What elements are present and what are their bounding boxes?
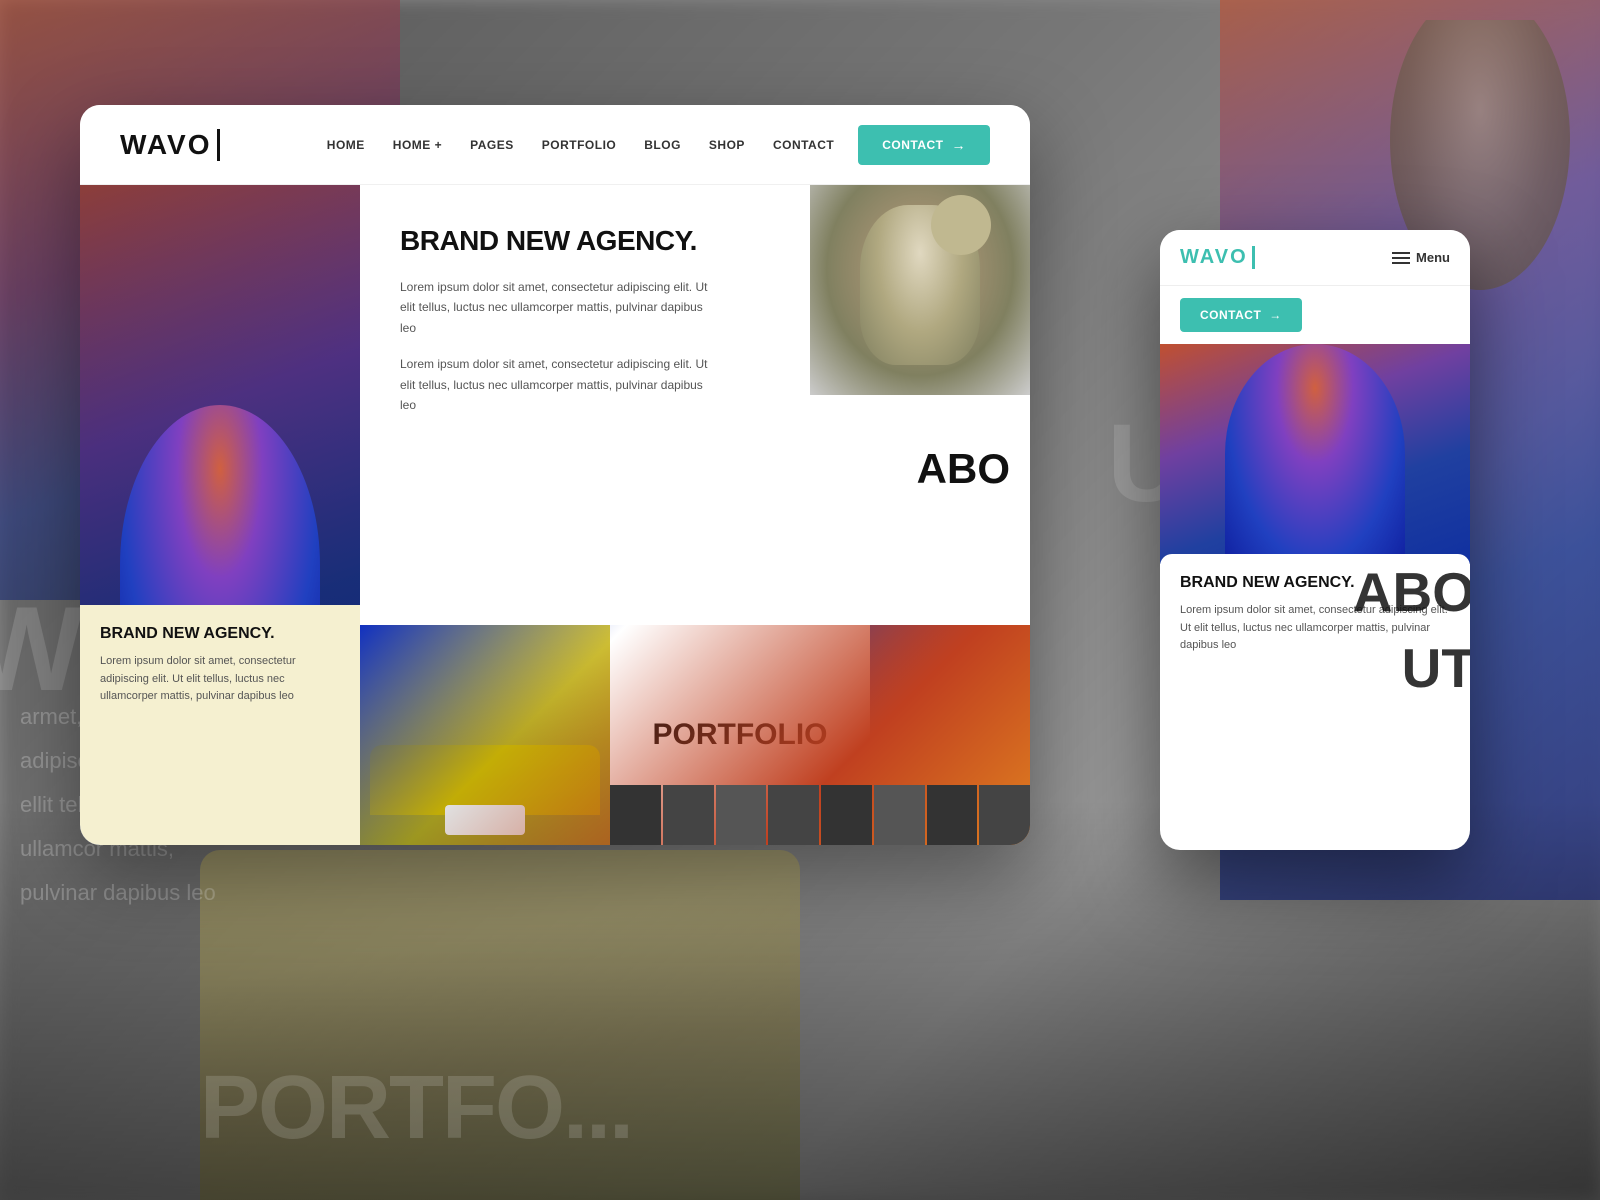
- hero-title: BRAND NEW AGENCY.: [400, 225, 720, 257]
- bottom-left-text: BRAND NEW AGENCY. Lorem ipsum dolor sit …: [80, 605, 360, 716]
- nav-contact-button[interactable]: CONTACT →: [858, 125, 990, 165]
- tiles-strip: [610, 785, 1030, 845]
- desktop-nav: WAVO HOME HOME + PAGES PORTFOLIO BLOG SH…: [80, 105, 1030, 185]
- hamburger-line-2: [1392, 257, 1410, 259]
- mobile-about-partial-2: UT: [1402, 636, 1470, 700]
- mobile-contact-label: CONTACT: [1200, 308, 1261, 322]
- hero-text-section: BRAND NEW AGENCY. Lorem ipsum dolor sit …: [360, 185, 760, 461]
- hamburger-line-1: [1392, 252, 1410, 254]
- desktop-logo: WAVO: [120, 129, 220, 161]
- tile-7: [927, 785, 978, 845]
- mobile-figure: [1225, 344, 1405, 564]
- tile-1: [610, 785, 661, 845]
- nav-pages[interactable]: PAGES: [470, 138, 514, 152]
- tile-5: [821, 785, 872, 845]
- contact-arrow-icon: →: [952, 137, 967, 153]
- mobile-menu-button[interactable]: Menu: [1392, 250, 1450, 265]
- nav-portfolio[interactable]: PORTFOLIO: [542, 138, 617, 152]
- tile-3: [716, 785, 767, 845]
- hamburger-line-3: [1392, 262, 1410, 264]
- mobile-about-partial: ABO: [1353, 560, 1470, 624]
- mobile-contact-button[interactable]: CONTACT →: [1180, 298, 1302, 332]
- bg-text-portfolio: PORTFO...: [200, 1057, 632, 1160]
- mobile-contact-arrow: →: [1269, 308, 1282, 322]
- about-partial-text: ABO: [897, 425, 1030, 513]
- mobile-logo: WAVO: [1180, 246, 1255, 269]
- bottom-left-desc: Lorem ipsum dolor sit amet, consectetur …: [100, 653, 340, 706]
- desktop-mockup: WAVO HOME HOME + PAGES PORTFOLIO BLOG SH…: [80, 105, 1030, 845]
- hero-image-column: work-x6 BRAND NEW AGENCY. Lorem ipsum do…: [80, 185, 360, 845]
- nav-links: HOME HOME + PAGES PORTFOLIO BLOG SHOP CO…: [327, 138, 834, 152]
- tile-2: [663, 785, 714, 845]
- mobile-hero-image: [1160, 344, 1470, 564]
- ram-head: [931, 195, 991, 255]
- ram-image: [810, 185, 1030, 395]
- bottom-left-panel: BRAND NEW AGENCY. Lorem ipsum dolor sit …: [80, 605, 360, 845]
- tile-6: [874, 785, 925, 845]
- menu-label: Menu: [1416, 250, 1450, 265]
- mobile-contact-row: CONTACT →: [1160, 286, 1470, 344]
- nav-home[interactable]: HOME: [327, 138, 365, 152]
- desktop-content: work-x6 BRAND NEW AGENCY. Lorem ipsum do…: [80, 185, 1030, 845]
- contact-button-label: CONTACT: [882, 138, 943, 152]
- bottom-left-title: BRAND NEW AGENCY.: [100, 625, 340, 643]
- nav-contact[interactable]: CONTACT: [773, 138, 834, 152]
- tile-8: [979, 785, 1030, 845]
- nav-shop[interactable]: SHOP: [709, 138, 745, 152]
- nav-blog[interactable]: BLOG: [644, 138, 681, 152]
- hero-desc-1: Lorem ipsum dolor sit amet, consectetur …: [400, 277, 720, 338]
- mobile-mockup: WAVO Menu CONTACT → BRAND NEW AGENCY. Lo…: [1160, 230, 1470, 850]
- nav-home-plus[interactable]: HOME +: [393, 138, 442, 152]
- tile-4: [768, 785, 819, 845]
- ram-photo: [810, 185, 1030, 395]
- hero-desc-2: Lorem ipsum dolor sit amet, consectetur …: [400, 354, 720, 415]
- hamburger-icon: [1392, 252, 1410, 264]
- main-content-area: BRAND NEW AGENCY. Lorem ipsum dolor sit …: [360, 185, 1030, 845]
- mobile-nav: WAVO Menu: [1160, 230, 1470, 286]
